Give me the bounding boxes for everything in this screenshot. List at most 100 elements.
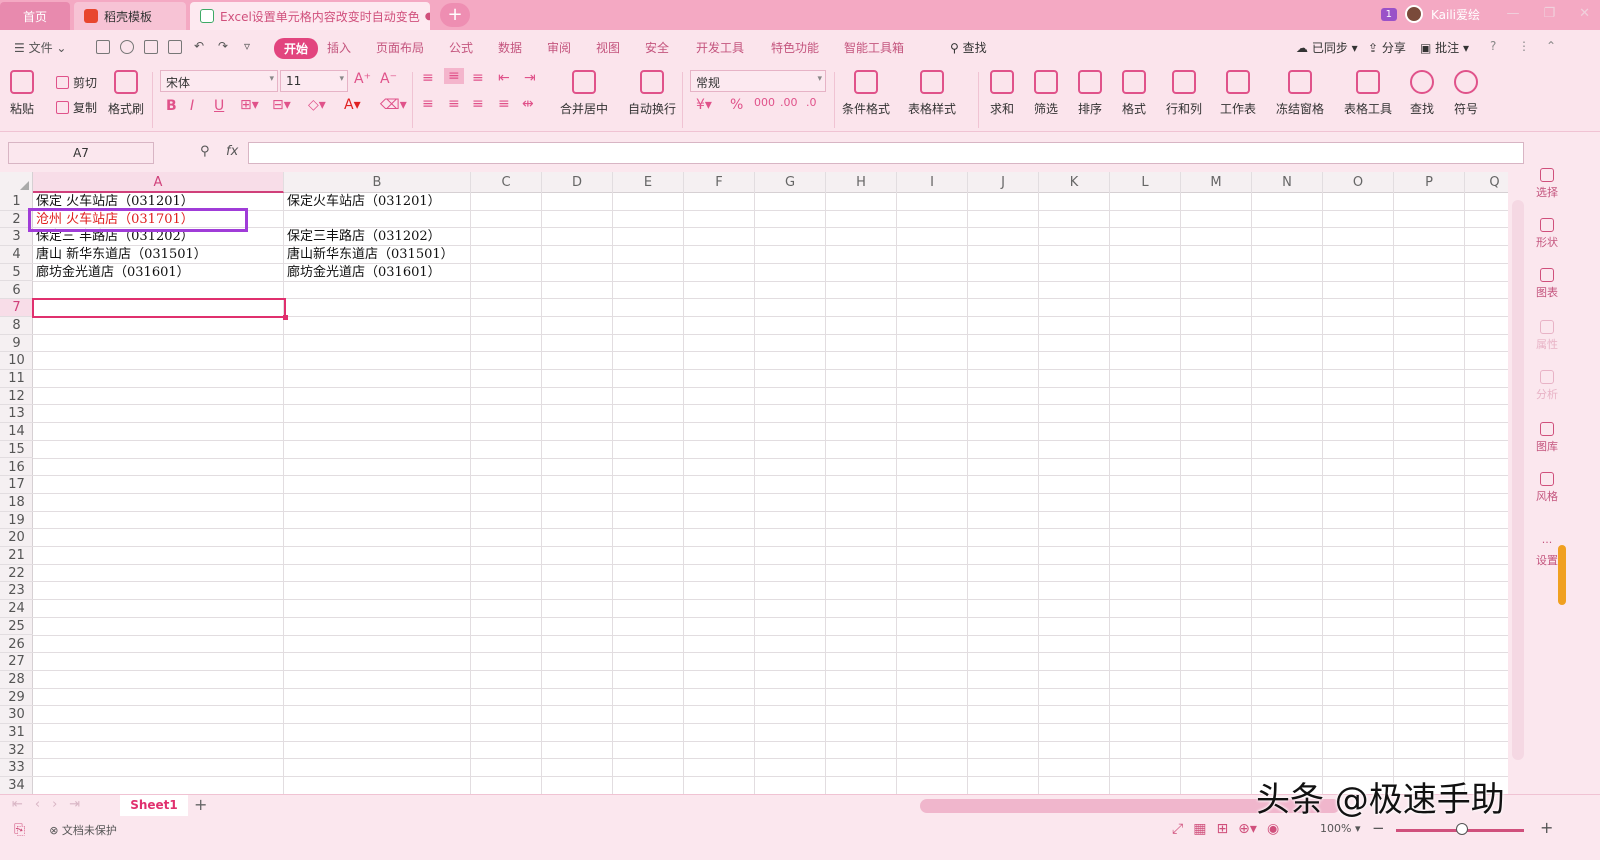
redo-icon[interactable]: ↷ <box>218 39 228 53</box>
zoom-level[interactable]: 100% ▾ <box>1320 822 1360 835</box>
row-header-29[interactable]: 29 <box>0 689 33 707</box>
table-style-button[interactable]: 表格样式 <box>908 70 956 117</box>
cell-b3[interactable]: 保定三丰路店（031202） <box>284 228 441 246</box>
decrease-font-icon[interactable]: A⁻ <box>380 71 397 87</box>
page-break-icon[interactable]: ⊞ <box>1216 821 1228 837</box>
sort-button[interactable]: 排序 <box>1078 70 1102 117</box>
row-header-8[interactable]: 8 <box>0 317 33 335</box>
fill-color-icon[interactable]: ◇▾ <box>308 97 326 113</box>
export-icon[interactable] <box>120 40 134 54</box>
conditional-format-button[interactable]: 条件格式 <box>842 70 890 117</box>
cell-a4[interactable]: 唐山 新华东道店（031501） <box>33 246 207 264</box>
indent-increase-icon[interactable]: ⇥ <box>524 70 536 86</box>
cell-b4[interactable]: 唐山新华东道店（031501） <box>284 246 454 264</box>
format-painter-button[interactable]: 格式刷 <box>108 70 144 117</box>
row-header-22[interactable]: 22 <box>0 565 33 583</box>
comment-button[interactable]: ▣ 批注 ▾ <box>1420 39 1469 56</box>
underline-button[interactable]: U <box>214 98 224 114</box>
panel-shape[interactable]: 形状 <box>1527 218 1567 250</box>
avatar[interactable] <box>1404 5 1423 23</box>
column-header-l[interactable]: L <box>1110 172 1181 193</box>
minimize-icon[interactable]: — <box>1506 6 1519 21</box>
row-header-31[interactable]: 31 <box>0 724 33 742</box>
tab-home[interactable]: 首页 <box>0 2 70 30</box>
freeze-panes-button[interactable]: 冻结窗格 <box>1276 70 1324 117</box>
file-menu[interactable]: ☰ 文件 ⌄ <box>14 39 66 56</box>
font-name-select[interactable]: 宋体 <box>160 70 278 92</box>
row-header-26[interactable]: 26 <box>0 636 33 654</box>
thousands-icon[interactable]: 000 <box>754 96 775 109</box>
symbol-button[interactable]: 符号 <box>1454 70 1478 117</box>
row-header-24[interactable]: 24 <box>0 600 33 618</box>
tab-daoke[interactable]: 稻壳模板 <box>74 2 186 30</box>
spreadsheet-grid[interactable]: ABCDEFGHIJKLMNOPQ 1 2 3 4 5 6 7 8 9 10 11 12 13 14 15 1… <box>0 172 1508 794</box>
panel-style[interactable]: 风格 <box>1527 472 1567 504</box>
formula-input[interactable] <box>248 142 1524 164</box>
customize-icon[interactable]: ▿ <box>244 39 250 53</box>
macro-icon[interactable]: ⎘ <box>14 822 25 838</box>
clear-format-icon[interactable]: ⌫▾ <box>380 97 407 113</box>
merge-center-button[interactable]: 合并居中 <box>560 70 608 117</box>
copy-button[interactable]: 复制 <box>56 99 97 116</box>
align-top-icon[interactable]: ≡ <box>422 70 434 86</box>
column-header-f[interactable]: F <box>684 172 755 193</box>
menu-view[interactable]: 视图 <box>596 39 620 56</box>
search-menu[interactable]: ⚲ 查找 <box>950 39 987 56</box>
column-header-d[interactable]: D <box>542 172 613 193</box>
user-name[interactable]: Kaili爱绘 <box>1431 6 1480 23</box>
row-header-30[interactable]: 30 <box>0 706 33 724</box>
panel-chart[interactable]: 图表 <box>1527 268 1567 300</box>
sum-button[interactable]: 求和 <box>990 70 1014 117</box>
fx-icon[interactable]: fx <box>226 144 238 159</box>
align-bottom-icon[interactable]: ≡ <box>472 70 484 86</box>
column-header-h[interactable]: H <box>826 172 897 193</box>
sheet-nav-arrows-icon[interactable]: ⇤‹›⇥ <box>12 797 92 812</box>
panel-select[interactable]: 选择 <box>1527 168 1567 200</box>
row-header-19[interactable]: 19 <box>0 512 33 530</box>
help-icon[interactable]: ? <box>1490 39 1496 53</box>
menu-review[interactable]: 审阅 <box>547 39 571 56</box>
row-header-16[interactable]: 16 <box>0 459 33 477</box>
row-header-33[interactable]: 33 <box>0 759 33 778</box>
column-header-p[interactable]: P <box>1394 172 1465 193</box>
row-header-12[interactable]: 12 <box>0 388 33 406</box>
cut-button[interactable]: 剪切 <box>56 74 97 91</box>
row-header-13[interactable]: 13 <box>0 405 33 424</box>
column-header-g[interactable]: G <box>755 172 826 193</box>
row-header-15[interactable]: 15 <box>0 441 33 459</box>
align-center-icon[interactable]: ≡ <box>448 96 460 112</box>
row-col-button[interactable]: 行和列 <box>1166 70 1202 117</box>
row-header-7[interactable]: 7 <box>0 299 33 317</box>
row-header-14[interactable]: 14 <box>0 423 33 441</box>
more-icon[interactable]: ⋮ <box>1518 39 1530 53</box>
sync-status[interactable]: ☁ 已同步 ▾ <box>1296 39 1358 56</box>
normal-view-icon[interactable]: ▦ <box>1193 821 1206 837</box>
menu-page-layout[interactable]: 页面布局 <box>376 39 424 56</box>
row-header-18[interactable]: 18 <box>0 494 33 512</box>
cell-b1[interactable]: 保定火车站店（031201） <box>284 193 441 211</box>
column-header-q[interactable]: Q <box>1465 172 1508 193</box>
row-header-23[interactable]: 23 <box>0 582 33 601</box>
panel-properties[interactable]: 属性 <box>1527 320 1567 352</box>
menu-security[interactable]: 安全 <box>645 39 669 56</box>
zoom-out-button[interactable]: − <box>1372 819 1385 837</box>
row-header-34[interactable]: 34 <box>0 777 33 794</box>
row-header-21[interactable]: 21 <box>0 547 33 565</box>
row-header-10[interactable]: 10 <box>0 352 33 370</box>
menu-start[interactable]: 开始 <box>274 38 319 59</box>
save-icon[interactable] <box>96 40 110 54</box>
column-header-b[interactable]: B <box>284 172 471 193</box>
row-header-4[interactable]: 4 <box>0 246 33 264</box>
row-header-5[interactable]: 5 <box>0 264 33 282</box>
protect-status[interactable]: ⊗ 文档未保护 <box>49 822 117 838</box>
column-header-i[interactable]: I <box>897 172 968 193</box>
menu-developer[interactable]: 开发工具 <box>696 39 744 56</box>
share-button[interactable]: ⇪ 分享 <box>1368 39 1406 56</box>
notification-badge[interactable]: 1 <box>1380 7 1397 21</box>
row-header-9[interactable]: 9 <box>0 335 33 353</box>
column-header-a[interactable]: A <box>33 172 284 193</box>
row-header-20[interactable]: 20 <box>0 529 33 547</box>
new-tab-button[interactable]: + <box>440 3 470 27</box>
indent-decrease-icon[interactable]: ⇤ <box>498 70 510 86</box>
decrease-decimal-icon[interactable]: .0 <box>806 96 817 109</box>
